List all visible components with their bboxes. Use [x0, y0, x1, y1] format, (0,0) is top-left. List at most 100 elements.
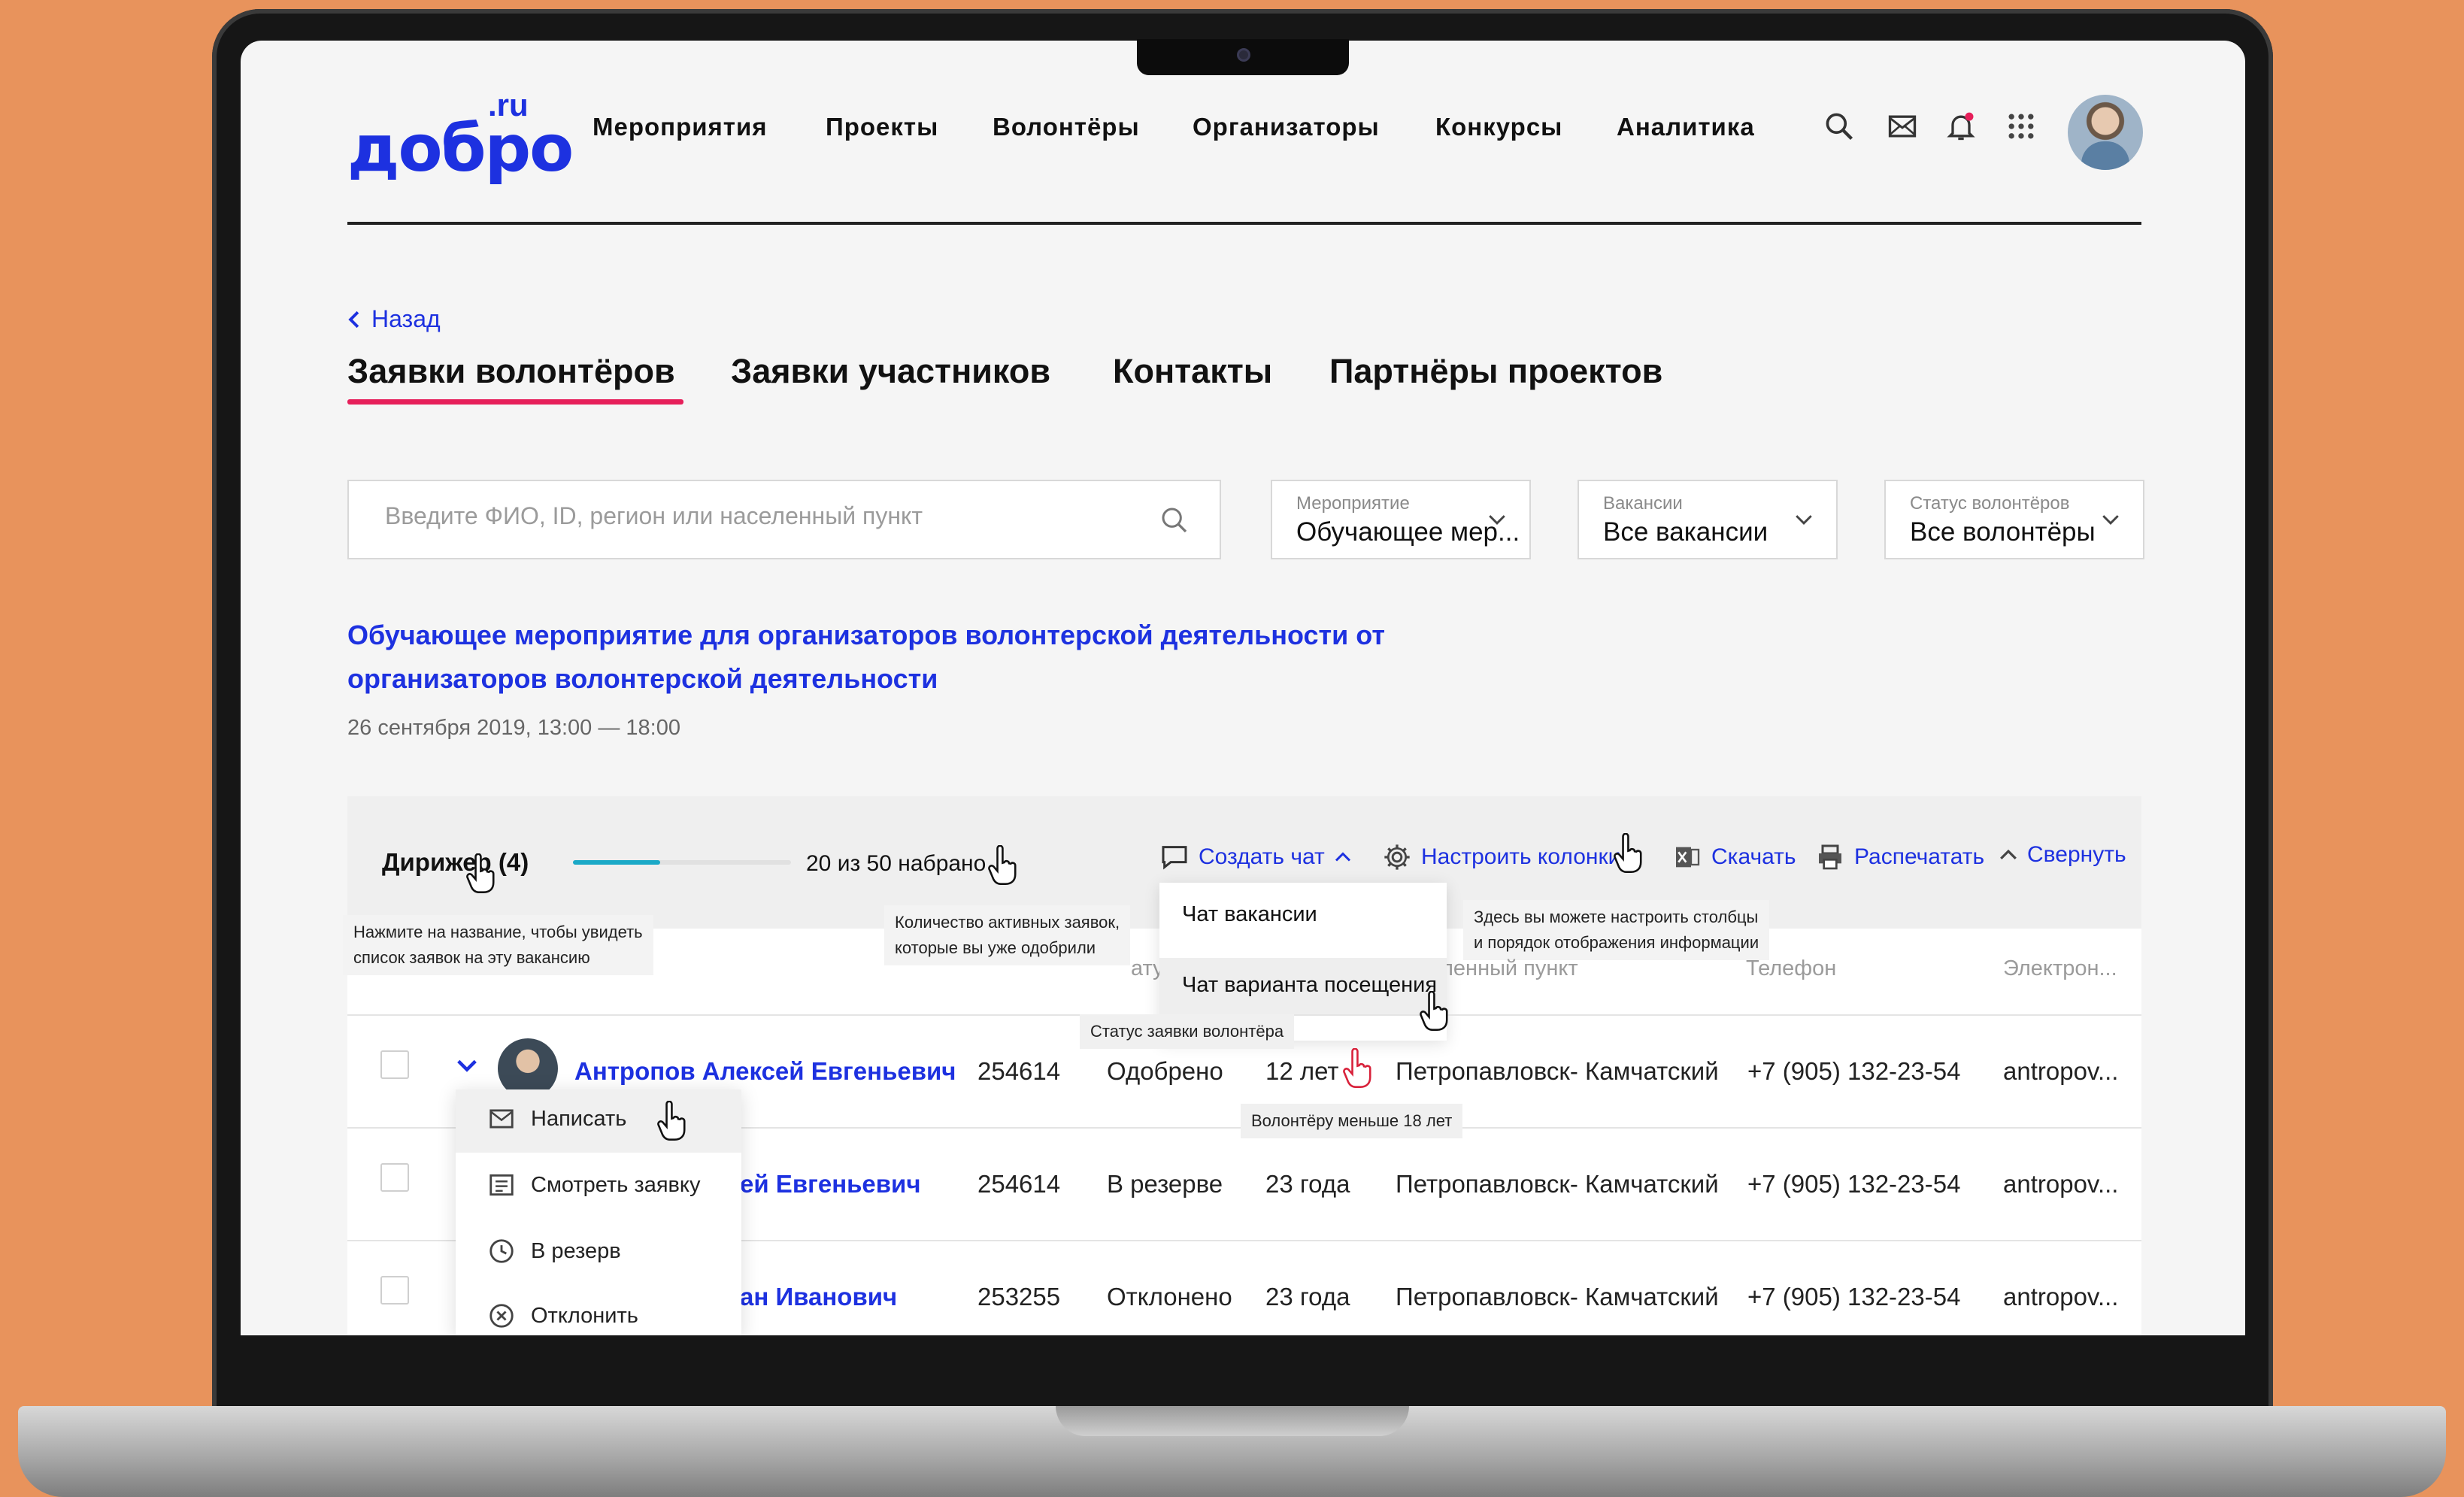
- hand-cursor-icon: [1420, 991, 1448, 1031]
- tooltip-line: Количество активных заявок,: [895, 913, 1120, 932]
- menu-item-label: В резерв: [531, 1238, 621, 1263]
- event-select-value: Обучающее мер...: [1296, 517, 1520, 547]
- tooltip-line: Нажмите на название, чтобы увидеть: [353, 923, 643, 941]
- tab-volunteer-requests[interactable]: Заявки волонтёров: [347, 352, 675, 391]
- nav-projects[interactable]: Проекты: [826, 113, 938, 141]
- nav-events[interactable]: Мероприятия: [593, 113, 768, 141]
- search-box: [347, 480, 1221, 559]
- volunteer-id: 254614: [977, 1170, 1061, 1198]
- row-checkbox[interactable]: [380, 1276, 409, 1305]
- header-divider: [347, 222, 2141, 225]
- create-chat-label: Создать чат: [1199, 844, 1325, 869]
- progress-fill: [573, 860, 660, 865]
- row-checkbox[interactable]: [380, 1050, 409, 1079]
- volunteer-email[interactable]: antropov...: [2003, 1283, 2118, 1311]
- vacancy-select-label: Вакансии: [1603, 493, 1683, 514]
- volunteer-name[interactable]: Антропов Алексей Евгеньевич: [574, 1057, 956, 1086]
- bell-icon[interactable]: [1944, 110, 1978, 143]
- tooltip-line: Здесь вы можете настроить столбцы: [1474, 908, 1759, 926]
- camera-icon: [1237, 48, 1250, 62]
- tooltip-line: которые вы уже одобрили: [895, 938, 1096, 957]
- volunteer-status: Одобрено: [1107, 1057, 1223, 1085]
- vacancy-select-value: Все вакансии: [1603, 517, 1768, 547]
- reject-icon: [489, 1304, 514, 1328]
- menu-item-label: Написать: [531, 1106, 627, 1131]
- volunteer-email[interactable]: antropov...: [2003, 1170, 2118, 1199]
- chevron-down-icon: [1489, 515, 1505, 525]
- tab-participant-requests[interactable]: Заявки участников: [731, 352, 1050, 391]
- tooltip-status: Статус заявки волонтёра: [1080, 1014, 1295, 1049]
- event-select-label: Мероприятие: [1296, 493, 1410, 514]
- hand-cursor-icon: [657, 1101, 686, 1141]
- status-select[interactable]: Статус волонтёров Все волонтёры: [1884, 480, 2144, 559]
- progress-bar: [573, 860, 791, 865]
- laptop-base: [18, 1406, 2446, 1497]
- nav-volunteers[interactable]: Волонтёры: [993, 113, 1140, 141]
- menu-item-reserve[interactable]: В резерв: [487, 1237, 621, 1265]
- col-head-city[interactable]: ленный пункт: [1441, 956, 1578, 981]
- col-head-phone[interactable]: Телефон: [1746, 956, 1836, 981]
- chevron-up-icon: [1335, 852, 1350, 862]
- volunteer-age: 23 года: [1265, 1170, 1350, 1198]
- event-date: 26 сентября 2019, 13:00 — 18:00: [347, 716, 681, 740]
- logo[interactable]: добро .ru: [347, 83, 574, 186]
- tooltip-vacancy-name: Нажмите на название, чтобы увидеть списо…: [343, 915, 653, 975]
- menu-item-view-request[interactable]: Смотреть заявку: [487, 1171, 700, 1199]
- tooltip-columns: Здесь вы можете настроить столбцы и поря…: [1463, 900, 1770, 960]
- apps-grid-icon[interactable]: [2005, 110, 2038, 143]
- print-label: Распечатать: [1854, 844, 1985, 869]
- volunteer-phone: +7 (905) 132-23-54: [1747, 1057, 1961, 1085]
- logo-suffix: .ru: [488, 87, 529, 123]
- vacancy-select[interactable]: Вакансии Все вакансии: [1578, 480, 1838, 559]
- event-select[interactable]: Мероприятие Обучающее мер...: [1271, 480, 1531, 559]
- status-select-value: Все волонтёры: [1910, 517, 2096, 547]
- menu-item-visit-chat[interactable]: Чат варианта посещения: [1182, 973, 1437, 998]
- volunteer-city: Петропавловск- Камчатский: [1396, 1170, 1719, 1198]
- print-button[interactable]: Распечатать: [1815, 842, 1984, 872]
- chevron-down-icon: [1796, 515, 1812, 525]
- hand-cursor-icon: [466, 853, 495, 893]
- configure-columns-button[interactable]: Настроить колонки: [1382, 842, 1620, 872]
- chevron-down-icon[interactable]: [456, 1054, 478, 1077]
- create-chat-button[interactable]: Создать чат: [1159, 842, 1352, 872]
- mail-icon[interactable]: [1886, 110, 1919, 143]
- volunteer-age: 23 года: [1265, 1283, 1350, 1311]
- volunteer-name[interactable]: ан Иванович: [740, 1283, 897, 1311]
- volunteer-email[interactable]: antropov...: [2003, 1057, 2118, 1086]
- nav-contests[interactable]: Конкурсы: [1435, 113, 1562, 141]
- tooltip-age: Волонтёру меньше 18 лет: [1241, 1104, 1463, 1138]
- volunteer-phone: +7 (905) 132-23-54: [1747, 1170, 1961, 1198]
- download-button[interactable]: Скачать: [1672, 842, 1796, 872]
- volunteer-id: 253255: [977, 1283, 1061, 1311]
- event-title[interactable]: Обучающее мероприятие для организаторов …: [347, 614, 1588, 701]
- collapse-button[interactable]: Свернуть: [1999, 842, 2126, 868]
- menu-item-reject[interactable]: Отклонить: [487, 1302, 638, 1330]
- row-checkbox[interactable]: [380, 1163, 409, 1192]
- status-select-label: Статус волонтёров: [1910, 493, 2070, 514]
- search-icon[interactable]: [1823, 110, 1856, 143]
- menu-item-write[interactable]: Написать: [487, 1105, 626, 1133]
- col-head-email[interactable]: Электрон...: [2003, 956, 2117, 981]
- clock-icon: [489, 1239, 514, 1263]
- vacancy-name[interactable]: Дирижер (4): [382, 848, 529, 877]
- search-input[interactable]: [385, 502, 1137, 530]
- search-icon[interactable]: [1159, 505, 1190, 535]
- mail-icon: [489, 1109, 514, 1129]
- menu-item-label: Отклонить: [531, 1303, 638, 1328]
- laptop-base-notch: [1056, 1406, 1409, 1436]
- tab-contacts[interactable]: Контакты: [1113, 352, 1272, 391]
- menu-item-vacancy-chat[interactable]: Чат вакансии: [1182, 902, 1317, 927]
- nav-analytics[interactable]: Аналитика: [1617, 113, 1755, 141]
- nav-organizers[interactable]: Организаторы: [1193, 113, 1380, 141]
- volunteer-city: Петропавловск- Камчатский: [1396, 1283, 1719, 1311]
- volunteer-name[interactable]: ей Евгеньевич: [740, 1170, 921, 1199]
- tooltip-line: список заявок на эту вакансию: [353, 948, 590, 967]
- hand-cursor-icon: [988, 845, 1017, 885]
- logo-text: добро: [347, 111, 574, 186]
- user-avatar[interactable]: [2068, 95, 2143, 170]
- hand-cursor-icon: [1614, 833, 1642, 873]
- chat-icon: [1162, 846, 1187, 870]
- back-link[interactable]: Назад: [347, 305, 441, 333]
- tab-project-partners[interactable]: Партнёры проектов: [1329, 352, 1662, 391]
- chevron-down-icon: [2102, 515, 2119, 525]
